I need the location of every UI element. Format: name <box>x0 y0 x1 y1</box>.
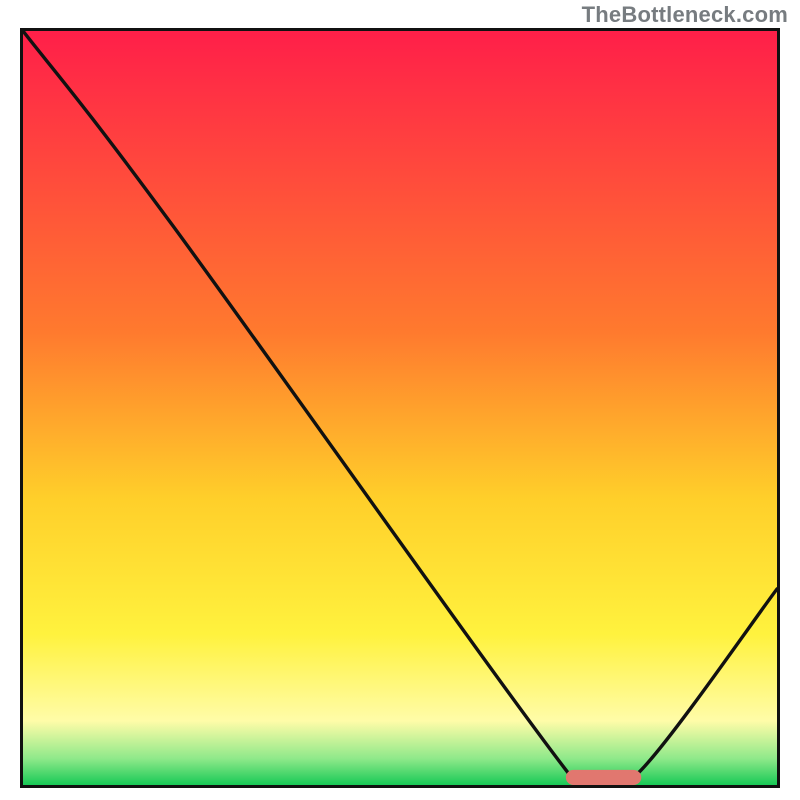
plot-frame <box>20 28 780 788</box>
optimal-range-marker <box>23 31 777 785</box>
chart-container: TheBottleneck.com <box>0 0 800 800</box>
watermark-text: TheBottleneck.com <box>582 2 788 28</box>
